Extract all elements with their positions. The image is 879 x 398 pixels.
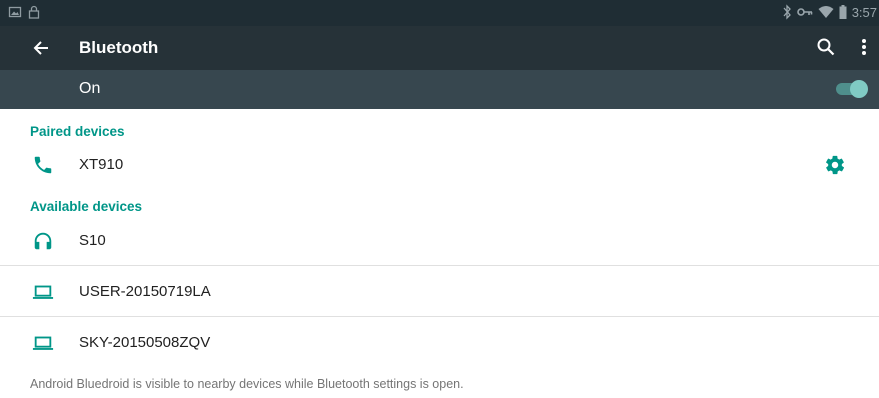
arrow-left-icon[interactable]: [30, 37, 52, 59]
device-name: USER-20150719LA: [79, 283, 211, 300]
list-divider: [0, 316, 879, 317]
status-left-icons: [8, 5, 40, 19]
image-icon: [8, 5, 22, 19]
toggle-thumb: [850, 80, 868, 98]
bluetooth-icon: [782, 4, 792, 20]
device-row-sky-20150508zqv[interactable]: SKY-20150508ZQV: [0, 318, 879, 368]
device-name: XT910: [79, 156, 124, 173]
list-divider: [0, 265, 879, 266]
available-devices-header: Available devices: [30, 199, 143, 214]
bluetooth-switch-label: On: [79, 80, 101, 97]
lock-icon: [28, 5, 40, 19]
paired-devices-header: Paired devices: [30, 124, 125, 139]
search-icon[interactable]: [815, 36, 837, 58]
battery-icon: [839, 5, 847, 19]
device-name: SKY-20150508ZQV: [79, 334, 211, 351]
gear-icon[interactable]: [824, 154, 846, 176]
visibility-note: Android Bluedroid is visible to nearby d…: [30, 377, 464, 391]
wifi-icon: [818, 5, 834, 19]
status-bar: 3:57: [0, 0, 879, 26]
toolbar: Bluetooth: [0, 26, 879, 70]
page-title: Bluetooth: [79, 38, 159, 57]
device-row-user-20150719la[interactable]: USER-20150719LA: [0, 267, 879, 317]
phone-icon: [32, 154, 54, 176]
bluetooth-toggle[interactable]: [836, 80, 868, 98]
device-name: S10: [79, 232, 106, 249]
headset-icon: [32, 230, 54, 252]
laptop-icon: [32, 332, 54, 354]
status-time: 3:57: [851, 4, 877, 20]
vpn-key-icon: [796, 6, 813, 18]
laptop-icon: [32, 281, 54, 303]
device-row-s10[interactable]: S10: [0, 216, 879, 266]
more-vert-icon[interactable]: [853, 36, 875, 58]
device-row-xt910[interactable]: XT910: [0, 140, 879, 190]
status-right-icons: 3:57: [782, 4, 877, 20]
bluetooth-switch-bar[interactable]: On: [0, 70, 879, 109]
